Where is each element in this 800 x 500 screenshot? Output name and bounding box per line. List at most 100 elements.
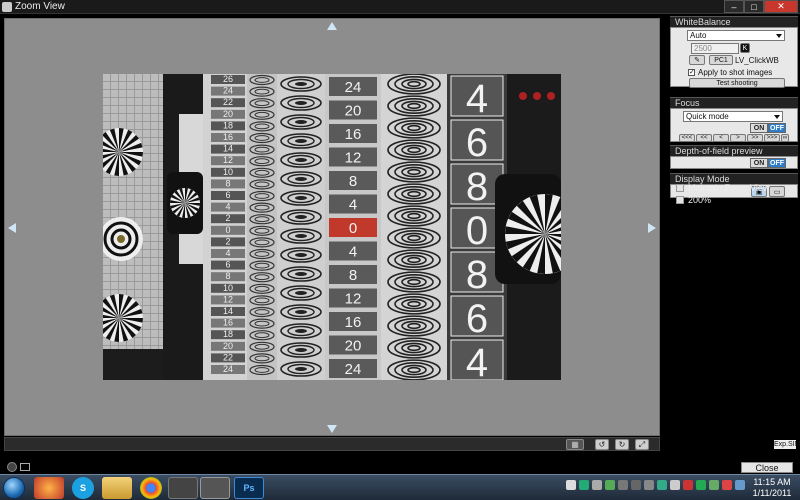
- ladder-number-label: 22: [223, 97, 233, 107]
- monitor-display-button[interactable]: ▭: [769, 186, 785, 197]
- ladder-number-label: 14: [223, 306, 233, 316]
- close-button[interactable]: Close: [741, 462, 793, 473]
- chevron-down-icon: [774, 115, 780, 119]
- tray-volume-icon[interactable]: [631, 480, 641, 490]
- live-view-image[interactable]: 26 24 22 20 18 16 14 12 10 8 6 4 2 0 2 4 6 8 10 12 14 16 18 20 2…: [103, 74, 561, 380]
- start-button-icon[interactable]: [3, 477, 25, 499]
- minimize-button[interactable]: –: [724, 0, 744, 13]
- zoom-200-checkbox[interactable]: 200%: [676, 195, 711, 205]
- tray-update-icon[interactable]: [696, 480, 706, 490]
- tray-power-icon[interactable]: [644, 480, 654, 490]
- ladder-number-label: 16: [223, 132, 233, 142]
- focus-on-button[interactable]: ON: [750, 123, 768, 133]
- ladder-number-label: 8: [225, 178, 230, 188]
- camera-status-icon: [7, 462, 17, 472]
- center-number-label: 4: [349, 244, 357, 261]
- center-number-label: 8: [349, 173, 357, 190]
- ladder-number-label: 20: [223, 109, 233, 119]
- kelvin-unit-badge: K: [740, 43, 750, 53]
- eyedropper-button[interactable]: ✎: [689, 55, 705, 65]
- grid-icon: ▦: [571, 440, 579, 449]
- white-balance-header: WhiteBalance: [670, 16, 798, 27]
- dof-preview-section: ON OFF: [670, 156, 798, 169]
- scroll-up-arrow-icon[interactable]: [327, 22, 337, 30]
- ladder-number-label: 16: [223, 318, 233, 328]
- siemens-star-icon: [170, 188, 200, 218]
- zoom-toolbar: ▦ ↺ ↻ ⤢: [4, 437, 660, 451]
- right-number-label: 8: [466, 165, 488, 209]
- rotate-left-icon: ↺: [598, 440, 606, 449]
- window-titlebar: Zoom View – □ ✕: [0, 0, 800, 14]
- taskbar: S Ps 11:15 AM 1/11/2011: [0, 474, 800, 500]
- folder-icon[interactable]: [102, 477, 132, 499]
- focus-step-near-large[interactable]: <<<: [679, 134, 695, 142]
- test-shooting-button[interactable]: Test shooting: [689, 78, 785, 88]
- personal-wb-select[interactable]: PC1: [709, 55, 733, 65]
- apply-to-shot-images-label: Apply to shot images: [698, 68, 773, 77]
- tray-signal-icon[interactable]: [605, 480, 615, 490]
- photoshop-icon[interactable]: Ps: [234, 477, 264, 499]
- scroll-down-arrow-icon[interactable]: [327, 425, 337, 433]
- skype-icon[interactable]: S: [72, 477, 94, 499]
- tray-sync-icon[interactable]: [657, 480, 667, 490]
- rotate-right-button[interactable]: ↻: [615, 439, 629, 450]
- center-number-label: 8: [349, 267, 357, 284]
- grid-toggle-button[interactable]: ▦: [566, 439, 584, 450]
- focus-target-chart-image: 2624222018161412108642024681012141618202…: [103, 74, 561, 380]
- scroll-left-arrow-icon[interactable]: [8, 223, 16, 233]
- checkmark-icon: ✓: [688, 69, 695, 76]
- personal-wb-value: PC1: [714, 56, 728, 64]
- center-number-label: 20: [345, 103, 362, 120]
- close-window-button[interactable]: ✕: [764, 0, 798, 13]
- tray-app-icon[interactable]: [566, 480, 576, 490]
- zoom-view-area[interactable]: 26 24 22 20 18 16 14 12 10 8 6 4 2 0 2 4 6 8 10 12 14 16 18 20 2…: [4, 18, 660, 436]
- dof-off-button[interactable]: OFF: [768, 158, 786, 168]
- dof-preview-header: Depth-of-field preview: [670, 145, 798, 156]
- rotate-left-button[interactable]: ↺: [595, 439, 609, 450]
- focus-step-buttons: <<< << < > >> >>> ∞: [679, 134, 789, 142]
- tray-zone-icon[interactable]: [709, 480, 719, 490]
- monitor-icon: ▭: [773, 188, 781, 196]
- kelvin-input[interactable]: 2500: [691, 43, 739, 54]
- focus-step-far-large[interactable]: >>>: [764, 134, 780, 142]
- tray-device-icon[interactable]: [592, 480, 602, 490]
- focus-mode-select[interactable]: Quick mode: [683, 111, 783, 122]
- center-number-label: 24: [345, 361, 362, 378]
- tray-display-icon[interactable]: [735, 480, 745, 490]
- firefox-icon[interactable]: [34, 477, 64, 499]
- maintain-zoom-view-checkbox[interactable]: Maintain Zoom View: [676, 183, 769, 193]
- scroll-right-arrow-icon[interactable]: [648, 223, 656, 233]
- ladder-number-label: 0: [225, 225, 230, 235]
- dof-on-button[interactable]: ON: [750, 158, 768, 168]
- checkbox-box: [676, 184, 684, 192]
- personal-wb-name: LV_ClickWB: [735, 56, 779, 65]
- white-balance-mode-value: Auto: [690, 31, 707, 40]
- right-number-label: 4: [466, 77, 488, 121]
- rotate-right-icon: ↻: [618, 440, 626, 449]
- maximize-button[interactable]: □: [744, 0, 764, 13]
- tray-network-icon[interactable]: [579, 480, 589, 490]
- taskbar-clock[interactable]: 11:15 AM 1/11/2011: [748, 477, 796, 499]
- tray-usb-icon[interactable]: [618, 480, 628, 490]
- ladder-number-label: 8: [225, 271, 230, 281]
- camera-app-icon[interactable]: [168, 477, 198, 499]
- focus-off-button[interactable]: OFF: [768, 123, 786, 133]
- focus-step-far-medium[interactable]: >>: [747, 134, 763, 142]
- chrome-icon[interactable]: [140, 477, 162, 499]
- tray-adobe-icon[interactable]: [722, 480, 732, 490]
- tray-flag-icon[interactable]: [670, 480, 680, 490]
- ladder-number-label: 12: [223, 294, 233, 304]
- apply-to-shot-images-checkbox[interactable]: ✓ Apply to shot images: [688, 68, 772, 77]
- center-number-label: 24: [345, 79, 362, 96]
- focus-extra-icon[interactable]: ∞: [781, 134, 789, 142]
- ladder-number-label: 18: [223, 329, 233, 339]
- ladder-number-label: 4: [225, 202, 230, 212]
- fit-window-button[interactable]: ⤢: [635, 439, 649, 450]
- white-balance-mode-select[interactable]: Auto: [687, 30, 785, 41]
- ladder-number-label: 4: [225, 248, 230, 258]
- focus-step-near-medium[interactable]: <<: [696, 134, 712, 142]
- focus-step-near-small[interactable]: <: [713, 134, 729, 142]
- focus-step-far-small[interactable]: >: [730, 134, 746, 142]
- tray-security-icon[interactable]: [683, 480, 693, 490]
- eos-utility-icon[interactable]: [200, 477, 230, 499]
